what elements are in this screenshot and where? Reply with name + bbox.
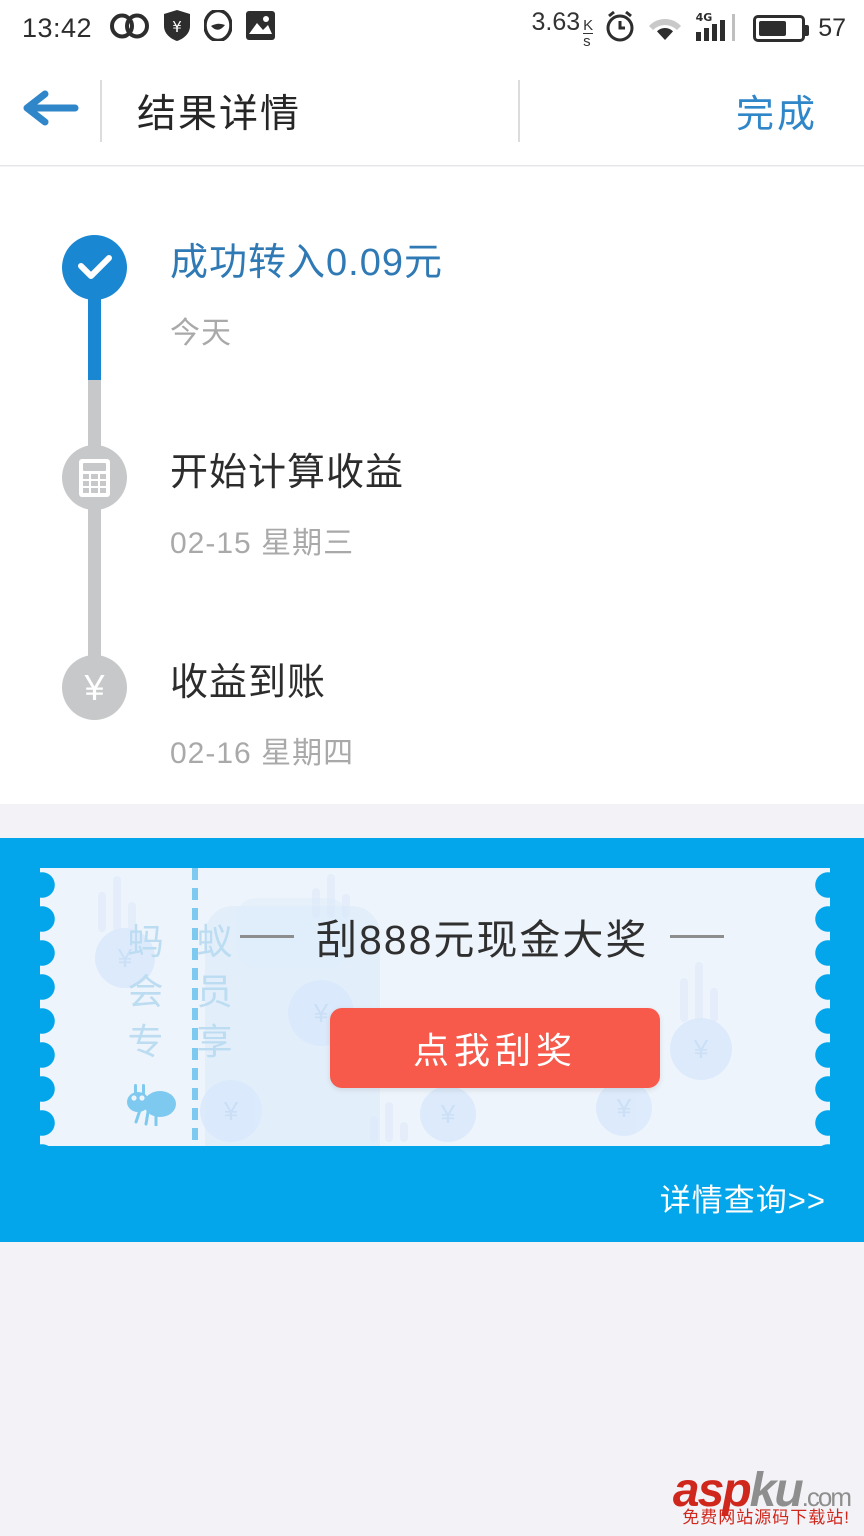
- sparkle-bars-icon: [680, 960, 718, 1022]
- arrow-left-icon: [21, 86, 79, 135]
- network-speed-value: 3.63: [531, 7, 581, 36]
- header-divider-right: [517, 79, 520, 142]
- phone-screen: 13:42 ¥ 3.63 K s 4G 57 结果详情 完成 成功转入0.09元…: [0, 0, 864, 1536]
- timeline-step-subtitle: 02-16 星期四: [170, 737, 355, 770]
- watermark-tagline: 免费网站源码下载站!: [682, 1508, 850, 1527]
- done-button[interactable]: 完成: [736, 83, 818, 138]
- ticket-scallop-right: [810, 868, 830, 1146]
- circle-leaf-icon: [203, 8, 233, 46]
- ticket-perforation: [192, 868, 198, 1146]
- status-bar-clock: 13:42: [22, 12, 93, 43]
- speed-unit-numerator: K: [583, 16, 594, 34]
- app-header: 结果详情 完成: [0, 56, 864, 166]
- timeline-step-text: 开始计算收益 02-15 星期三: [170, 441, 404, 562]
- stub-char: 专: [127, 1021, 164, 1062]
- timeline-step-text: 收益到账 02-16 星期四: [170, 651, 354, 772]
- progress-timeline: 成功转入0.09元 今天 开始计算收益 02-15 星期三 ¥ 收益到账 02-…: [0, 167, 864, 865]
- promo-headline: 刮888元现金大奖: [240, 906, 725, 966]
- yen-symbol: ¥: [84, 666, 105, 708]
- svg-text:¥: ¥: [172, 18, 182, 36]
- coin-icon: ¥: [596, 1080, 652, 1136]
- promo-headline-text: 刮888元现金大奖: [316, 917, 649, 963]
- result-detail-card: 成功转入0.09元 今天 开始计算收益 02-15 星期三 ¥ 收益到账 02-…: [0, 167, 864, 804]
- header-divider-left: [100, 79, 102, 142]
- shield-yen-icon: ¥: [164, 10, 191, 46]
- timeline-connector-active: [88, 295, 101, 380]
- stub-char: 蚂: [127, 921, 164, 962]
- yen-icon: ¥: [62, 655, 127, 720]
- timeline-step-title: 收益到账: [170, 662, 327, 704]
- sparkle-bars-icon: [370, 1100, 408, 1142]
- details-query-link[interactable]: 详情查询>>: [660, 1175, 826, 1220]
- ant-icon: [118, 1078, 190, 1131]
- timeline-step-subtitle: 02-15 星期三: [170, 527, 355, 560]
- timeline-step-text: 成功转入0.09元 今天: [170, 231, 443, 352]
- timeline-step: 开始计算收益 02-15 星期三: [0, 435, 864, 665]
- stub-char: 会: [127, 971, 164, 1012]
- svg-text:4G: 4G: [696, 11, 713, 24]
- timeline-step: ¥ 收益到账 02-16 星期四: [0, 645, 864, 865]
- ticket-notch-bottom: [133, 1218, 177, 1242]
- infinity-icon: [110, 13, 150, 44]
- headline-dash-left: [240, 934, 294, 938]
- check-circle-icon: [62, 235, 127, 300]
- page-title: 结果详情: [137, 92, 302, 136]
- promo-banner[interactable]: ¥ ¥ ¥ ¥ ¥ ¥ 蚂 蚁 会 员 专 享 刮888元现金大奖 点我刮奖 详…: [0, 838, 864, 1242]
- timeline-step: 成功转入0.09元 今天: [0, 235, 864, 455]
- battery-percentage: 57: [818, 13, 846, 42]
- watermark: aspku.com 免费网站源码下载站!: [673, 1467, 852, 1527]
- gallery-icon: [246, 11, 276, 45]
- ticket-stub-label: 蚂 蚁 会 员 专 享: [114, 924, 246, 1060]
- calculator-icon: [62, 445, 127, 510]
- timeline-step-title: 开始计算收益: [170, 452, 405, 494]
- back-button[interactable]: [0, 86, 100, 135]
- signal-4g-icon: 4G: [694, 10, 742, 47]
- headline-dash-right: [670, 934, 725, 938]
- network-speed-unit: K s: [583, 16, 594, 49]
- scratch-card-button[interactable]: 点我刮奖: [330, 1008, 660, 1088]
- speed-unit-denominator: s: [583, 32, 594, 49]
- coin-icon: ¥: [420, 1086, 476, 1142]
- network-speed: 3.63 K s: [532, 8, 594, 49]
- timeline-step-subtitle: 今天: [170, 317, 232, 350]
- battery-icon: [753, 14, 810, 42]
- status-bar-system-icons: 3.63 K s 4G 57: [532, 8, 847, 49]
- wifi-icon: [647, 11, 683, 46]
- status-bar: 13:42 ¥ 3.63 K s 4G 57: [0, 0, 864, 56]
- timeline-step-title: 成功转入0.09元: [170, 242, 443, 284]
- ticket-notch-top: [133, 838, 177, 862]
- ticket-scallop-left: [40, 868, 60, 1146]
- coin-icon: ¥: [670, 1018, 732, 1080]
- status-bar-notification-icons: ¥: [110, 8, 276, 46]
- alarm-clock-icon: [604, 10, 636, 47]
- coin-icon: ¥: [200, 1080, 262, 1142]
